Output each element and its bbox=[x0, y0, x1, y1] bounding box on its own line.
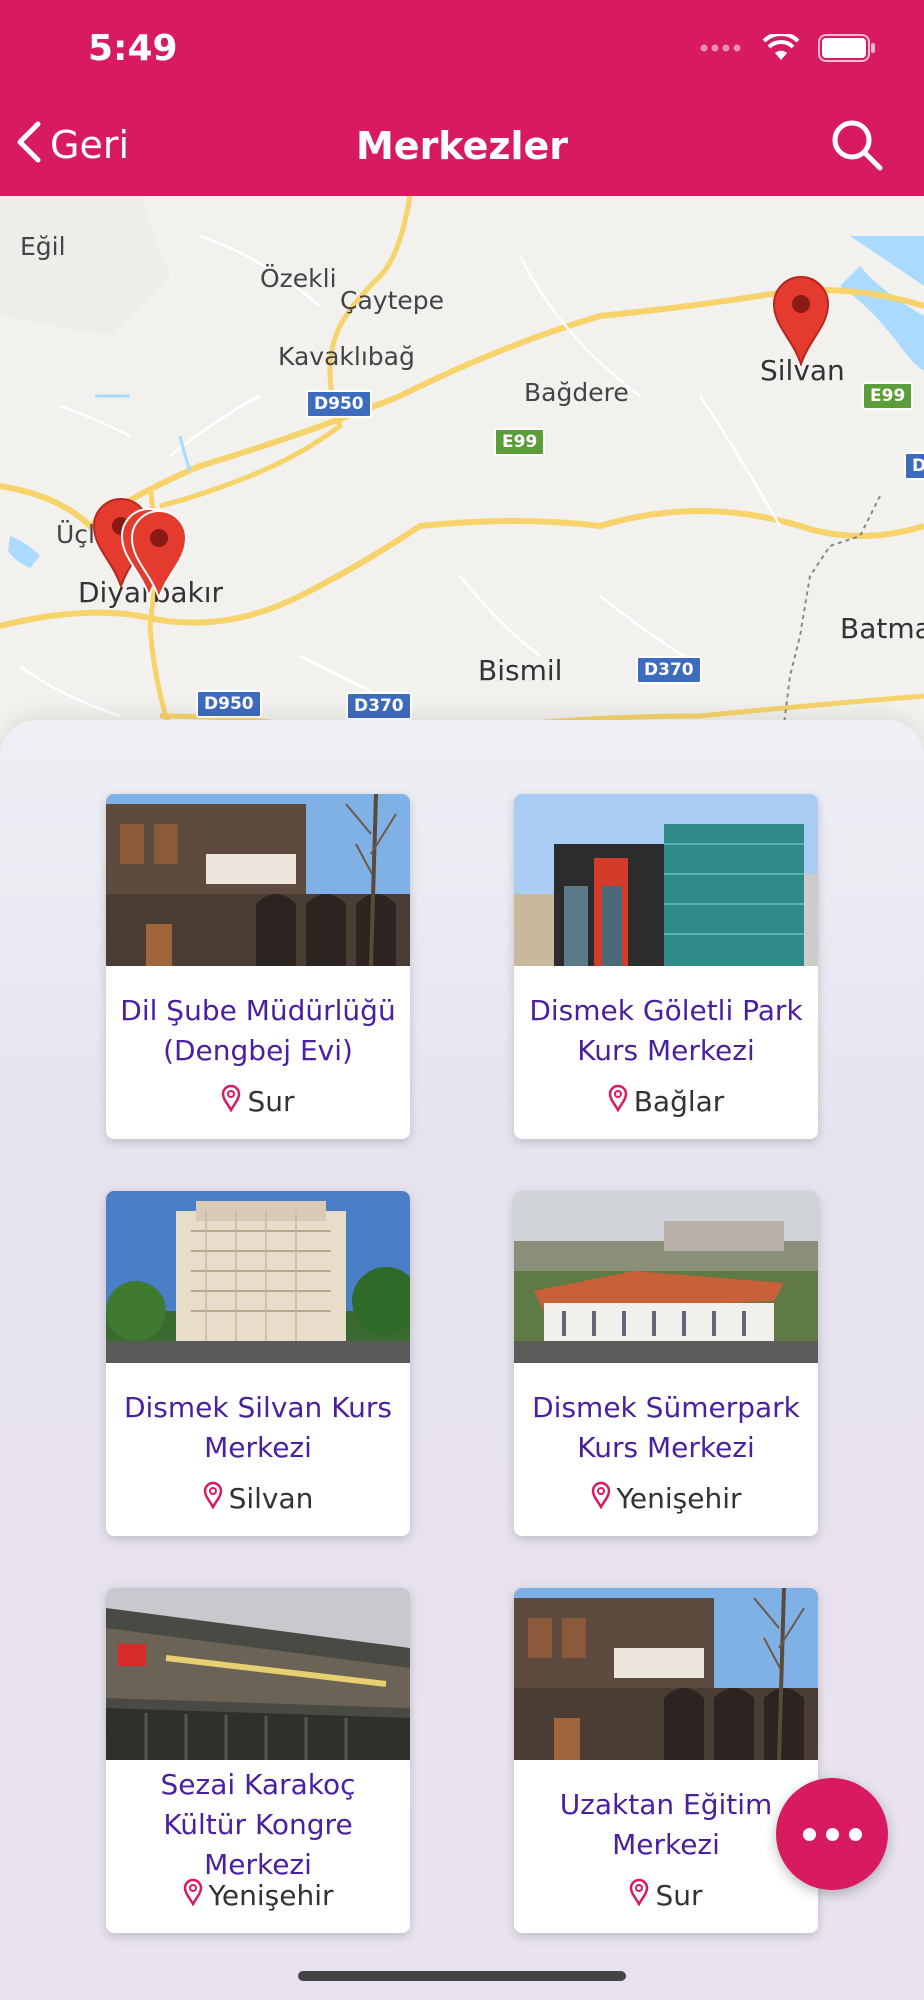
road-shield-d950: D950 bbox=[196, 690, 262, 718]
center-card[interactable]: Dismek Sümerpark Kurs Merkezi Yenişehir bbox=[514, 1191, 818, 1536]
map-label-bismil: Bismil bbox=[478, 654, 563, 687]
center-photo bbox=[106, 1588, 410, 1760]
map-pin[interactable] bbox=[130, 510, 188, 600]
location-pin-icon bbox=[591, 1481, 611, 1516]
center-card[interactable]: Dismek Silvan Kurs Merkezi Silvan bbox=[106, 1191, 410, 1536]
status-time: 5:49 bbox=[88, 28, 178, 69]
center-location-label: Yenişehir bbox=[616, 1482, 742, 1515]
map-pin[interactable] bbox=[772, 276, 830, 366]
center-location-label: Yenişehir bbox=[208, 1879, 334, 1912]
more-dots-icon bbox=[825, 1827, 839, 1841]
center-card[interactable]: Uzaktan Eğitim Merkezi Sur bbox=[514, 1588, 818, 1933]
location-pin-icon bbox=[183, 1878, 203, 1913]
map-label-ozekli: Özekli bbox=[260, 264, 337, 293]
road-shield-d950: D950 bbox=[306, 390, 372, 418]
center-photo bbox=[106, 794, 410, 966]
location-pin-icon bbox=[629, 1878, 649, 1913]
center-title: Dil Şube Müdürlüğü (Dengbej Evi) bbox=[120, 994, 396, 1067]
center-photo bbox=[514, 794, 818, 966]
more-options-button[interactable] bbox=[776, 1778, 888, 1890]
road-shield-d: D bbox=[904, 452, 924, 480]
center-title: Dismek Göletli Park Kurs Merkezi bbox=[529, 994, 803, 1067]
center-title: Uzaktan Eğitim Merkezi bbox=[559, 1788, 773, 1861]
center-card[interactable]: Sezai Karakoç Kültür Kongre Merkezi Yeni… bbox=[106, 1588, 410, 1933]
battery-icon bbox=[818, 34, 876, 67]
center-location-label: Silvan bbox=[228, 1482, 314, 1515]
centers-grid: Dil Şube Müdürlüğü (Dengbej Evi) Sur Dis… bbox=[106, 794, 818, 1933]
map-label-caytepe: Çaytepe bbox=[340, 286, 445, 315]
center-photo bbox=[514, 1588, 818, 1760]
center-title: Dismek Sümerpark Kurs Merkezi bbox=[532, 1391, 800, 1464]
center-location-label: Bağlar bbox=[633, 1085, 725, 1118]
center-title: Dismek Silvan Kurs Merkezi bbox=[123, 1391, 393, 1464]
center-photo bbox=[514, 1191, 818, 1363]
location-pin-icon bbox=[221, 1084, 241, 1119]
center-location-label: Sur bbox=[655, 1879, 703, 1912]
center-location: Silvan bbox=[106, 1481, 410, 1516]
center-location: Sur bbox=[106, 1084, 410, 1119]
map-label-egil: Eğil bbox=[20, 232, 66, 261]
center-photo bbox=[106, 1191, 410, 1363]
wifi-icon bbox=[762, 31, 800, 67]
center-card[interactable]: Dismek Göletli Park Kurs Merkezi Bağlar bbox=[514, 794, 818, 1139]
center-location-label: Sur bbox=[247, 1085, 295, 1118]
home-indicator[interactable] bbox=[298, 1971, 626, 1981]
center-location: Yenişehir bbox=[514, 1481, 818, 1516]
search-icon bbox=[830, 120, 884, 176]
status-icons bbox=[700, 31, 876, 67]
more-dots-icon bbox=[802, 1827, 816, 1841]
center-location: Sur bbox=[514, 1878, 818, 1913]
road-shield-e99: E99 bbox=[494, 428, 546, 456]
road-shield-e99: E99 bbox=[862, 382, 914, 410]
signal-icon bbox=[700, 41, 744, 60]
page-title: Merkezler bbox=[355, 124, 568, 168]
road-shield-d370: D370 bbox=[346, 692, 412, 720]
app-header: 5:49 Geri Merkezler bbox=[0, 0, 924, 196]
center-card[interactable]: Dil Şube Müdürlüğü (Dengbej Evi) Sur bbox=[106, 794, 410, 1139]
center-location: Bağlar bbox=[514, 1084, 818, 1119]
search-button[interactable] bbox=[830, 118, 884, 177]
road-shield-d370: D370 bbox=[636, 656, 702, 684]
map-label-bagdere: Bağdere bbox=[524, 378, 629, 407]
location-pin-icon bbox=[203, 1481, 223, 1516]
location-pin-icon bbox=[608, 1084, 628, 1119]
map-view[interactable]: Eğil Özekli Çaytepe Kavaklıbağ Bağdere S… bbox=[0, 196, 924, 756]
map-label-kavaklibag: Kavaklıbağ bbox=[278, 342, 415, 371]
more-dots-icon bbox=[848, 1827, 862, 1841]
map-label-batman: Batma bbox=[840, 612, 924, 645]
center-title: Sezai Karakoç Kültür Kongre Merkezi bbox=[160, 1768, 356, 1881]
map-label-ucl: Üçl bbox=[56, 520, 95, 549]
